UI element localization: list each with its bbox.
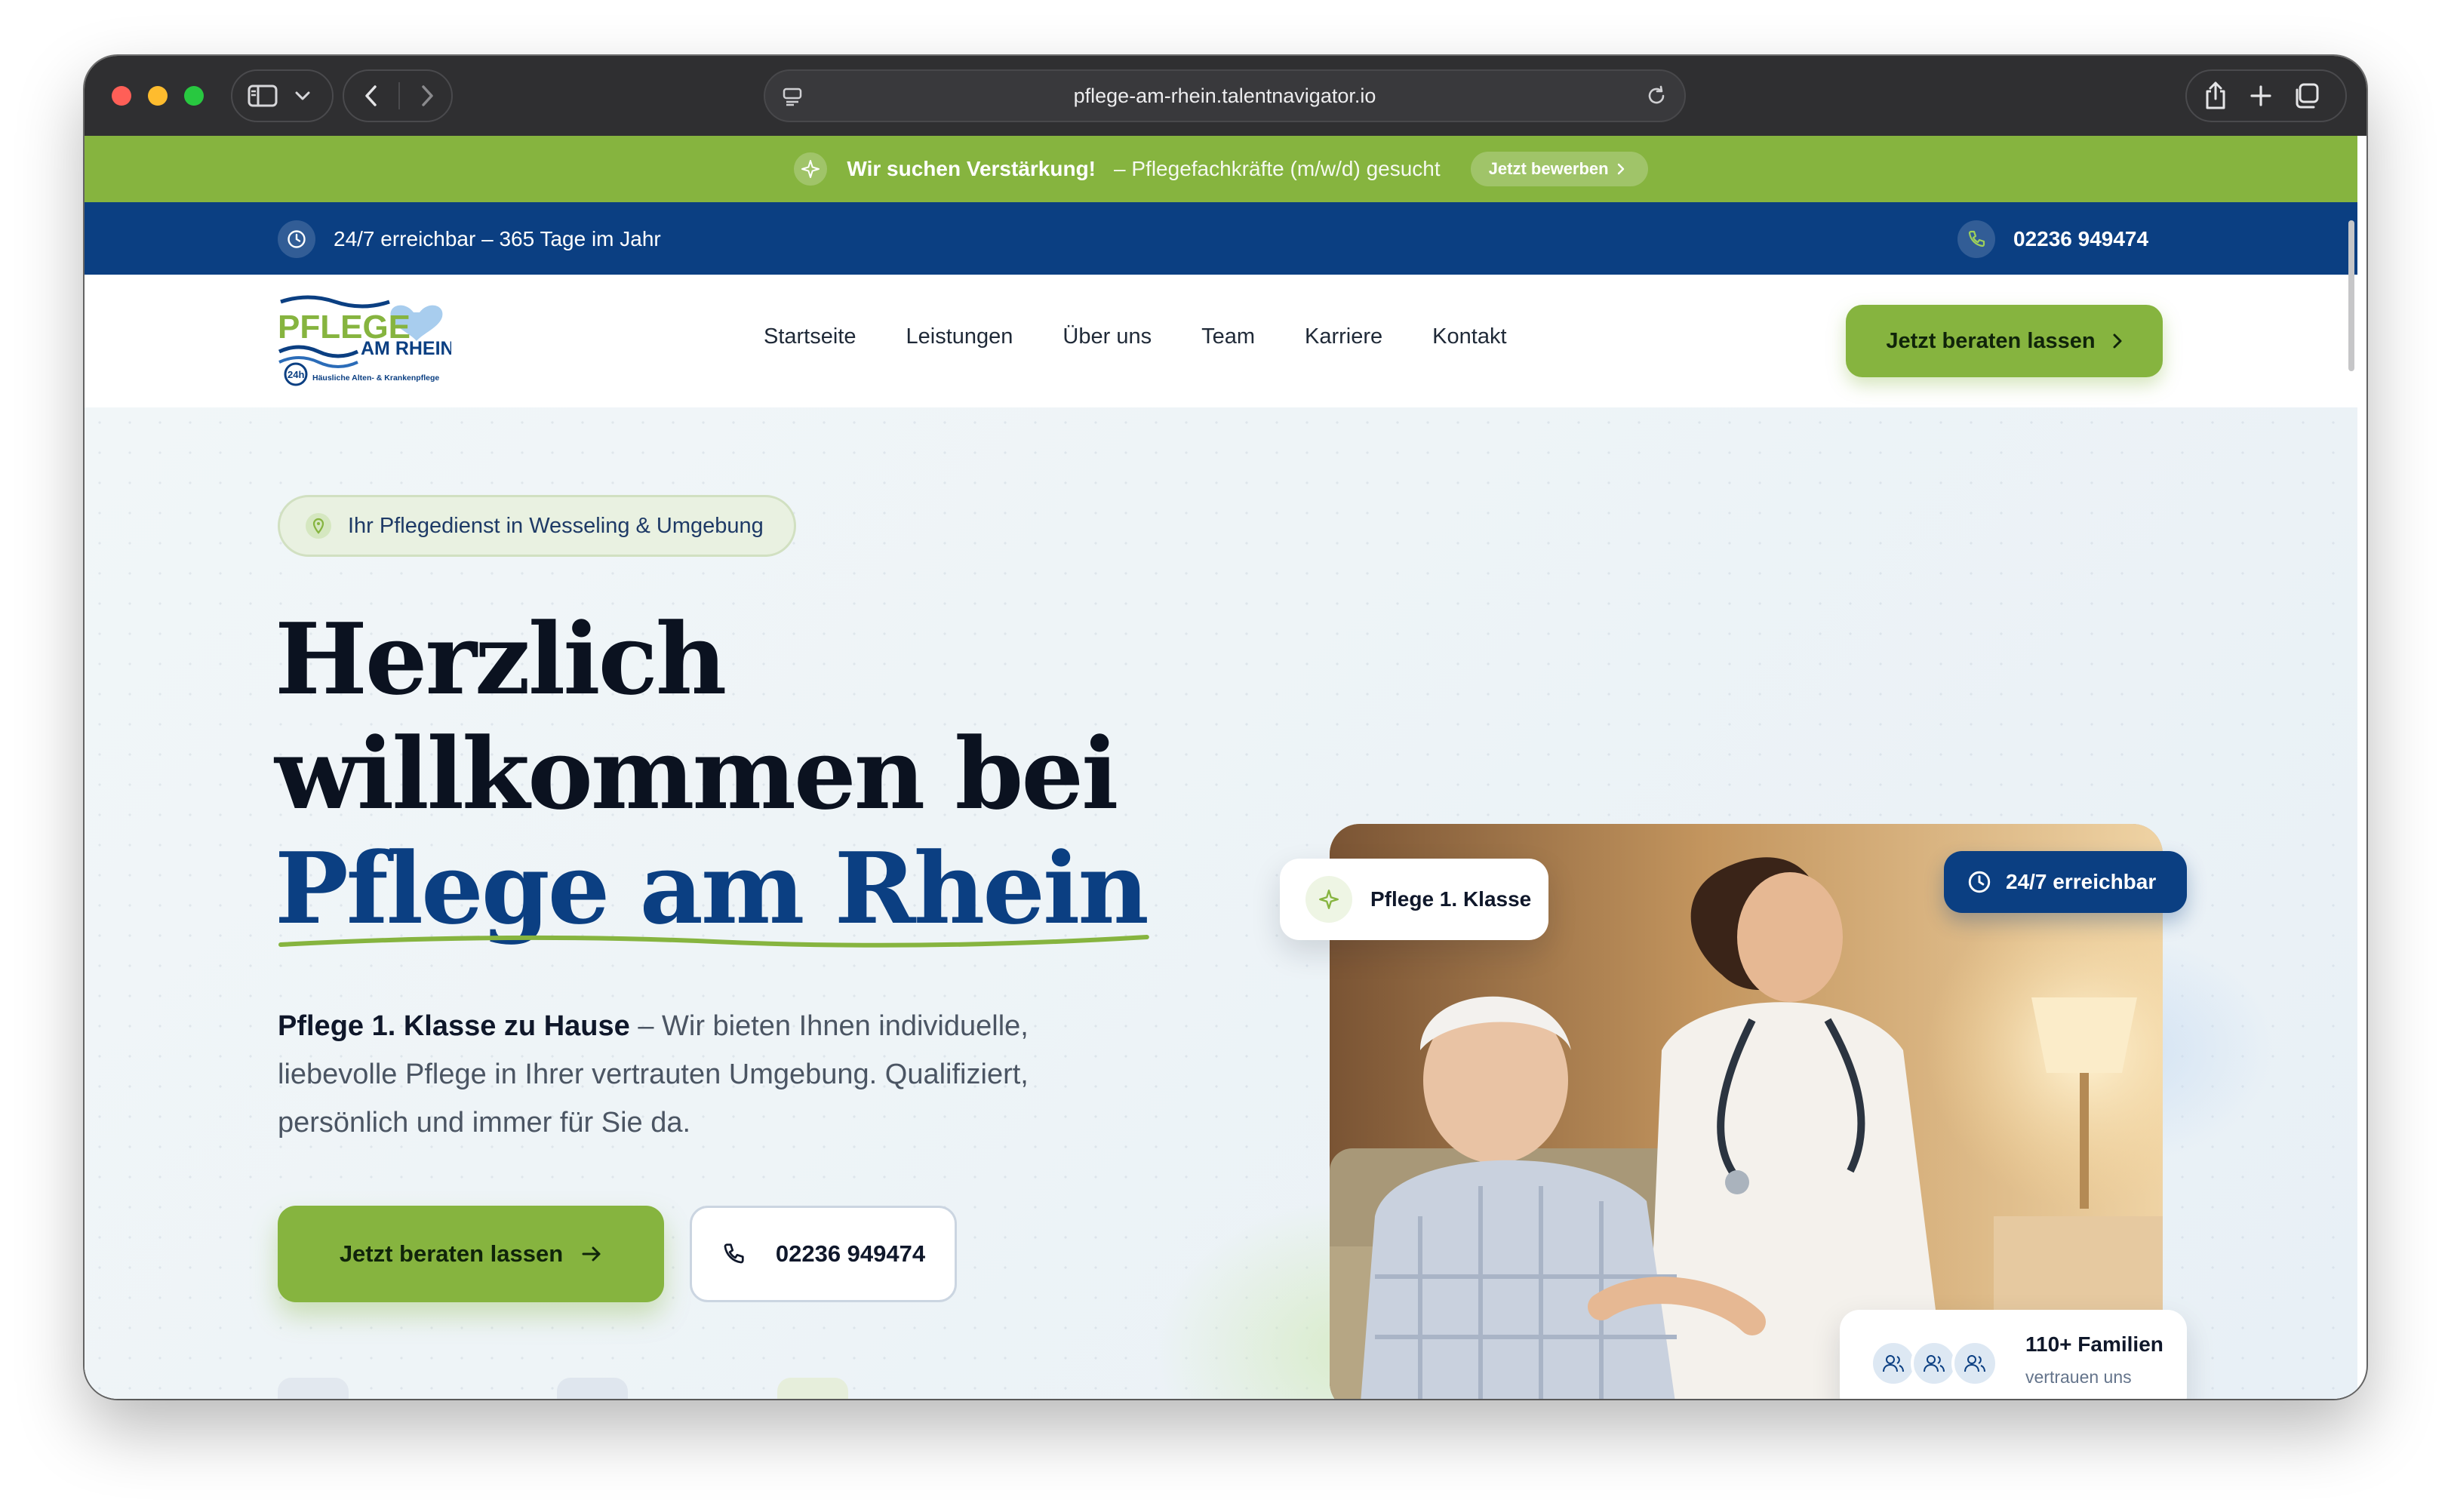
banner-headline: Wir suchen Verstärkung! bbox=[847, 157, 1096, 180]
families-count: 110+ Familien bbox=[2025, 1332, 2163, 1356]
feature-icon-placeholder bbox=[557, 1378, 628, 1399]
hero-title-line2: willkommen bei bbox=[275, 716, 1118, 831]
nav-item-leistungen[interactable]: Leistungen bbox=[906, 324, 1013, 349]
close-window-button[interactable] bbox=[112, 86, 131, 106]
arrow-right-icon bbox=[582, 1246, 601, 1262]
location-pill: Ihr Pflegedienst in Wesseling & Umgebung bbox=[278, 495, 796, 557]
main-navigation: PFLEGE AM RHEIN 24h Häusliche Alten- & K… bbox=[85, 275, 2357, 407]
logo-tagline: Häusliche Alten- & Krankenpflege bbox=[312, 373, 439, 383]
chevron-right-icon bbox=[2113, 333, 2122, 349]
hero-consult-button[interactable]: Jetzt beraten lassen bbox=[278, 1206, 664, 1302]
sparkle-icon bbox=[1305, 876, 1352, 923]
availability-badge-text: 24/7 erreichbar bbox=[2006, 870, 2157, 893]
location-pill-text: Ihr Pflegedienst in Wesseling & Umgebung bbox=[348, 513, 764, 538]
phone-link-top[interactable]: 02236 949474 bbox=[1957, 220, 2148, 258]
hero-lead-strong: Pflege 1. Klasse zu Hause bbox=[278, 1010, 630, 1042]
hero-title: Herzlich willkommen bei Pflege am Rhein bbox=[275, 601, 1149, 948]
browser-window: pflege-am-rhein.talentnavigator.io Wir s… bbox=[85, 56, 2366, 1399]
availability-badge: 24/7 erreichbar bbox=[1944, 851, 2187, 913]
reload-icon[interactable] bbox=[1645, 85, 1668, 111]
forward-arrow-icon[interactable] bbox=[420, 84, 435, 108]
web-page: Wir suchen Verstärkung! – Pflegefachkräf… bbox=[85, 136, 2357, 1399]
browser-titlebar: pflege-am-rhein.talentnavigator.io bbox=[85, 56, 2366, 136]
hero-lead-paragraph: Pflege 1. Klasse zu Hause – Wir bieten I… bbox=[278, 1002, 1153, 1147]
quality-badge: Pflege 1. Klasse bbox=[1280, 859, 1548, 940]
nav-consult-button[interactable]: Jetzt beraten lassen bbox=[1846, 305, 2163, 377]
history-nav-group bbox=[343, 69, 453, 122]
apply-now-label: Jetzt bewerben bbox=[1488, 159, 1609, 178]
trust-badge: 110+ Familien vertrauen uns bbox=[1840, 1310, 2187, 1399]
back-arrow-icon[interactable] bbox=[364, 84, 379, 108]
share-icon[interactable] bbox=[2203, 81, 2228, 111]
title-underline-swoosh bbox=[278, 935, 1149, 948]
chevron-down-icon[interactable] bbox=[294, 91, 311, 101]
nav-item-team[interactable]: Team bbox=[1201, 324, 1255, 349]
nav-consult-label: Jetzt beraten lassen bbox=[1886, 328, 2096, 353]
nav-item-karriere[interactable]: Karriere bbox=[1305, 324, 1382, 349]
logo-24h-badge: 24h bbox=[288, 369, 304, 380]
zoom-window-button[interactable] bbox=[184, 86, 204, 106]
phone-icon bbox=[724, 1243, 744, 1264]
sidebar-toggle-group[interactable] bbox=[231, 69, 334, 122]
families-text: vertrauen uns bbox=[2025, 1367, 2132, 1387]
feature-icon-placeholder bbox=[777, 1378, 848, 1399]
contact-infobar: 24/7 erreichbar – 365 Tage im Jahr 02236… bbox=[85, 202, 2357, 275]
avatar-group bbox=[1870, 1340, 1998, 1387]
page-scrollbar[interactable] bbox=[2348, 220, 2354, 371]
apply-now-button[interactable]: Jetzt bewerben bbox=[1470, 152, 1648, 186]
address-bar[interactable]: pflege-am-rhein.talentnavigator.io bbox=[764, 69, 1686, 122]
users-icon bbox=[1951, 1340, 1998, 1387]
hero-section: Ihr Pflegedienst in Wesseling & Umgebung… bbox=[85, 407, 2357, 1399]
clock-icon bbox=[1968, 871, 1991, 893]
banner-text: – Pflegefachkräfte (m/w/d) gesucht bbox=[1114, 157, 1441, 180]
logo-word-am-rhein: AM RHEIN bbox=[361, 338, 451, 359]
url-text: pflege-am-rhein.talentnavigator.io bbox=[1073, 85, 1376, 107]
hero-phone-button[interactable]: 02236 949474 bbox=[690, 1206, 957, 1302]
nav-item-ueber-uns[interactable]: Über uns bbox=[1063, 324, 1152, 349]
availability-text: 24/7 erreichbar – 365 Tage im Jahr bbox=[334, 227, 661, 250]
minimize-window-button[interactable] bbox=[148, 86, 168, 106]
phone-number-top: 02236 949474 bbox=[2013, 227, 2149, 250]
nav-item-startseite[interactable]: Startseite bbox=[764, 324, 856, 349]
map-pin-icon bbox=[306, 513, 331, 539]
hero-title-brand: Pflege am Rhein bbox=[275, 831, 1149, 948]
site-logo[interactable]: PFLEGE AM RHEIN 24h Häusliche Alten- & K… bbox=[278, 291, 454, 386]
phone-icon bbox=[1957, 220, 1995, 258]
nav-item-kontakt[interactable]: Kontakt bbox=[1432, 324, 1506, 349]
chevron-right-icon bbox=[1617, 163, 1624, 175]
hero-phone-number: 02236 949474 bbox=[775, 1240, 926, 1267]
sidebar-icon[interactable] bbox=[248, 84, 278, 108]
hero-title-line1: Herzlich bbox=[275, 601, 727, 717]
hero-consult-label: Jetzt beraten lassen bbox=[339, 1240, 564, 1267]
hero-title-brand-text: Pflege am Rhein bbox=[275, 831, 1149, 946]
clock-icon bbox=[278, 220, 315, 258]
feature-icon-placeholder bbox=[278, 1378, 349, 1399]
sparkle-icon bbox=[794, 152, 828, 186]
new-tab-plus-icon[interactable] bbox=[2249, 84, 2273, 108]
users-icon bbox=[1911, 1340, 1957, 1387]
nav-menu: Startseite Leistungen Über uns Team Karr… bbox=[764, 324, 1557, 349]
browser-actions-group bbox=[2185, 69, 2347, 122]
tab-overview-icon[interactable] bbox=[2293, 82, 2320, 109]
users-icon bbox=[1870, 1340, 1917, 1387]
availability-info: 24/7 erreichbar – 365 Tage im Jahr bbox=[278, 220, 661, 258]
recruiting-banner: Wir suchen Verstärkung! – Pflegefachkräf… bbox=[85, 136, 2357, 202]
quality-badge-text: Pflege 1. Klasse bbox=[1370, 887, 1532, 911]
